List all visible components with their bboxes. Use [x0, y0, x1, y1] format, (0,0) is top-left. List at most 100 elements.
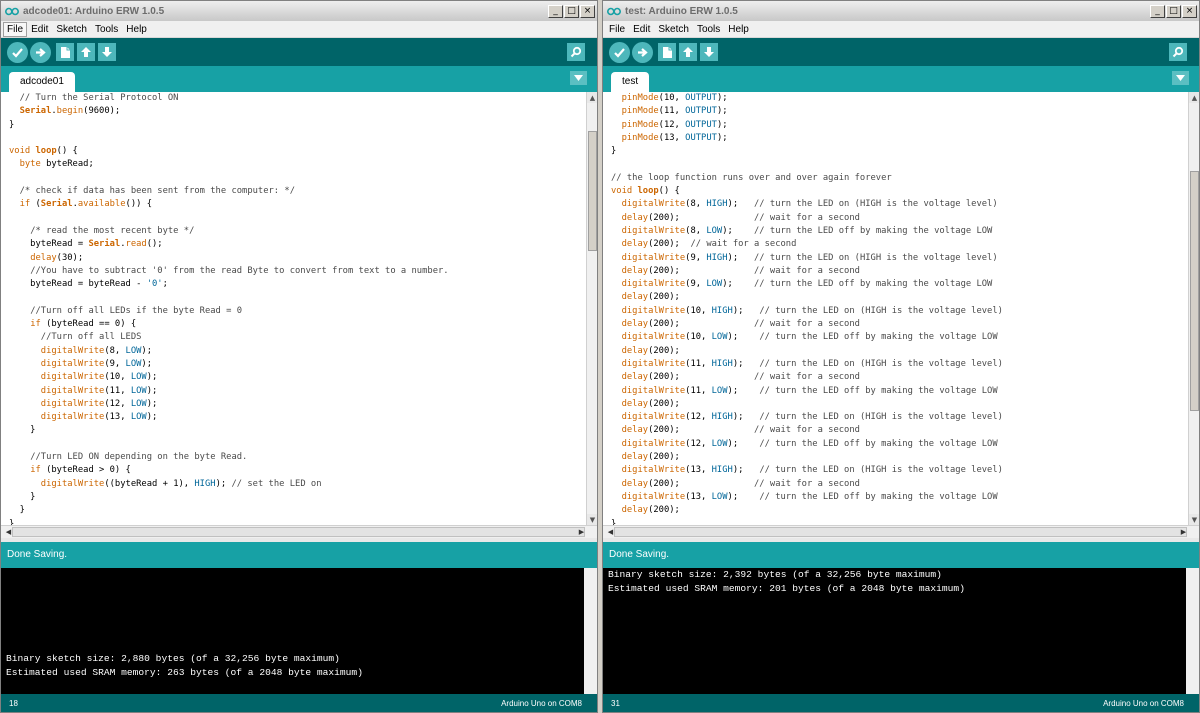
menu-file[interactable]: File	[3, 21, 28, 37]
editor-horizontal-scrollbar[interactable]: ◀ ▶	[1, 525, 597, 538]
code-text[interactable]: pinMode(10, OUTPUT); pinMode(11, OUTPUT)…	[603, 92, 1190, 525]
open-icon	[81, 47, 91, 57]
board-port-label: Arduino Uno on COM8	[501, 699, 582, 708]
scroll-thumb[interactable]	[1190, 171, 1199, 411]
code-line: digitalWrite(11, HIGH); // turn the LED …	[621, 358, 1003, 369]
open-button[interactable]	[77, 43, 95, 61]
menu-edit[interactable]: Edit	[27, 22, 52, 37]
menu-bar: File Edit Sketch Tools Help	[603, 21, 1199, 38]
minimize-button[interactable]: _	[1150, 4, 1165, 18]
code-line: pinMode(11, OUTPUT);	[621, 106, 728, 117]
code-line: // the loop function runs over and over …	[611, 172, 892, 183]
code-line: digitalWrite(12, LOW);	[40, 398, 158, 409]
scroll-up-icon[interactable]: ▲	[1189, 92, 1199, 103]
menu-help[interactable]: Help	[122, 22, 151, 37]
console-output[interactable]: Binary sketch size: 2,392 bytes (of a 32…	[603, 568, 1188, 694]
code-line: void loop() {	[611, 186, 680, 197]
serial-monitor-icon	[570, 46, 582, 58]
code-line: delay(200);	[621, 398, 680, 409]
scroll-down-icon[interactable]: ▼	[1189, 514, 1199, 525]
arduino-window-adcode01: adcode01: Arduino ERW 1.0.5 _ □ × File Ed…	[0, 0, 598, 713]
horizontal-scroll-thumb[interactable]	[614, 527, 1187, 537]
verify-button[interactable]	[609, 41, 630, 63]
menu-bar: File Edit Sketch Tools Help	[1, 21, 597, 38]
save-icon	[704, 47, 714, 57]
code-line: delay(200);	[621, 345, 680, 356]
serial-monitor-button[interactable]	[1169, 43, 1187, 61]
menu-help[interactable]: Help	[724, 22, 753, 37]
code-line: digitalWrite(8, LOW);	[40, 345, 153, 356]
line-number: 31	[611, 699, 620, 708]
save-button[interactable]	[700, 43, 718, 61]
tab-menu-button[interactable]	[1172, 71, 1189, 85]
verify-button[interactable]	[7, 41, 28, 63]
code-line: //Turn off all LEDS	[40, 332, 142, 343]
code-line: digitalWrite(8, LOW); // turn the LED of…	[621, 225, 993, 236]
menu-sketch[interactable]: Sketch	[654, 22, 693, 37]
scroll-down-icon[interactable]: ▼	[587, 514, 597, 525]
line-number: 18	[9, 699, 18, 708]
maximize-button[interactable]: □	[564, 4, 579, 18]
sketch-tab[interactable]: adcode01	[9, 72, 75, 92]
new-button[interactable]	[658, 43, 676, 61]
new-button[interactable]	[56, 43, 74, 61]
code-line: digitalWrite(10, LOW); // turn the LED o…	[621, 332, 998, 343]
serial-monitor-button[interactable]	[567, 43, 585, 61]
tab-bar: test	[603, 66, 1199, 92]
scroll-thumb[interactable]	[588, 131, 597, 251]
console-scrollbar[interactable]	[584, 568, 597, 694]
code-line: void loop() {	[9, 146, 78, 157]
minimize-button[interactable]: _	[548, 4, 563, 18]
menu-file[interactable]: File	[605, 22, 629, 37]
code-line: delay(200); // wait for a second	[621, 425, 860, 436]
close-button[interactable]: ×	[1182, 4, 1197, 18]
code-text[interactable]: // Turn the Serial Protocol ON Serial.be…	[1, 92, 588, 525]
maximize-button[interactable]: □	[1166, 4, 1181, 18]
serial-monitor-icon	[1172, 46, 1184, 58]
code-line: digitalWrite(9, LOW); // turn the LED of…	[621, 279, 993, 290]
code-line: //You have to subtract '0' from the read…	[30, 265, 449, 276]
horizontal-scroll-thumb[interactable]	[12, 527, 585, 537]
console-output[interactable]: Binary sketch size: 2,880 bytes (of a 32…	[1, 568, 586, 694]
code-line: digitalWrite(9, LOW);	[40, 358, 153, 369]
arduino-window-test: test: Arduino ERW 1.0.5 _ □ × File Edit Sk…	[602, 0, 1200, 713]
code-line: // Turn the Serial Protocol ON	[19, 93, 179, 103]
save-button[interactable]	[98, 43, 116, 61]
close-button[interactable]: ×	[580, 4, 595, 18]
menu-sketch[interactable]: Sketch	[52, 22, 91, 37]
code-line: digitalWrite(10, LOW);	[40, 372, 158, 383]
menu-edit[interactable]: Edit	[629, 22, 654, 37]
code-line: if (byteRead > 0) {	[30, 465, 131, 476]
arduino-infinity-icon	[607, 7, 621, 16]
scroll-up-icon[interactable]: ▲	[587, 92, 597, 103]
upload-button[interactable]	[30, 41, 51, 63]
upload-button[interactable]	[632, 41, 653, 63]
code-line: byteRead = Serial.read();	[9, 239, 163, 250]
code-line: }	[9, 491, 36, 502]
menu-tools[interactable]: Tools	[693, 22, 724, 37]
toolbar	[1, 38, 597, 66]
tab-menu-button[interactable]	[570, 71, 587, 85]
open-button[interactable]	[679, 43, 697, 61]
editor-vertical-scrollbar[interactable]: ▲ ▼	[586, 92, 597, 525]
editor-vertical-scrollbar[interactable]: ▲ ▼	[1188, 92, 1199, 525]
code-editor[interactable]: // Turn the Serial Protocol ON Serial.be…	[1, 92, 588, 525]
code-line: byteRead = byteRead - '0';	[9, 279, 168, 290]
code-line: //Turn off all LEDs if the byte Read = 0	[30, 305, 243, 316]
code-line: delay(200); // wait for a second	[621, 212, 860, 223]
code-line: digitalWrite(9, HIGH); // turn the LED o…	[621, 252, 998, 263]
console-scrollbar[interactable]	[1186, 568, 1199, 694]
scroll-right-icon[interactable]: ▶	[576, 527, 587, 538]
window-title: test: Arduino ERW 1.0.5	[625, 5, 738, 17]
scroll-right-icon[interactable]: ▶	[1178, 527, 1189, 538]
sketch-tab[interactable]: test	[611, 72, 650, 92]
status-message: Done Saving.	[1, 542, 597, 568]
editor-horizontal-scrollbar[interactable]: ◀ ▶	[603, 525, 1199, 538]
code-line: }	[9, 119, 15, 130]
menu-tools[interactable]: Tools	[91, 22, 122, 37]
code-editor[interactable]: pinMode(10, OUTPUT); pinMode(11, OUTPUT)…	[603, 92, 1190, 525]
code-line: delay(200); // wait for a second	[621, 265, 860, 276]
